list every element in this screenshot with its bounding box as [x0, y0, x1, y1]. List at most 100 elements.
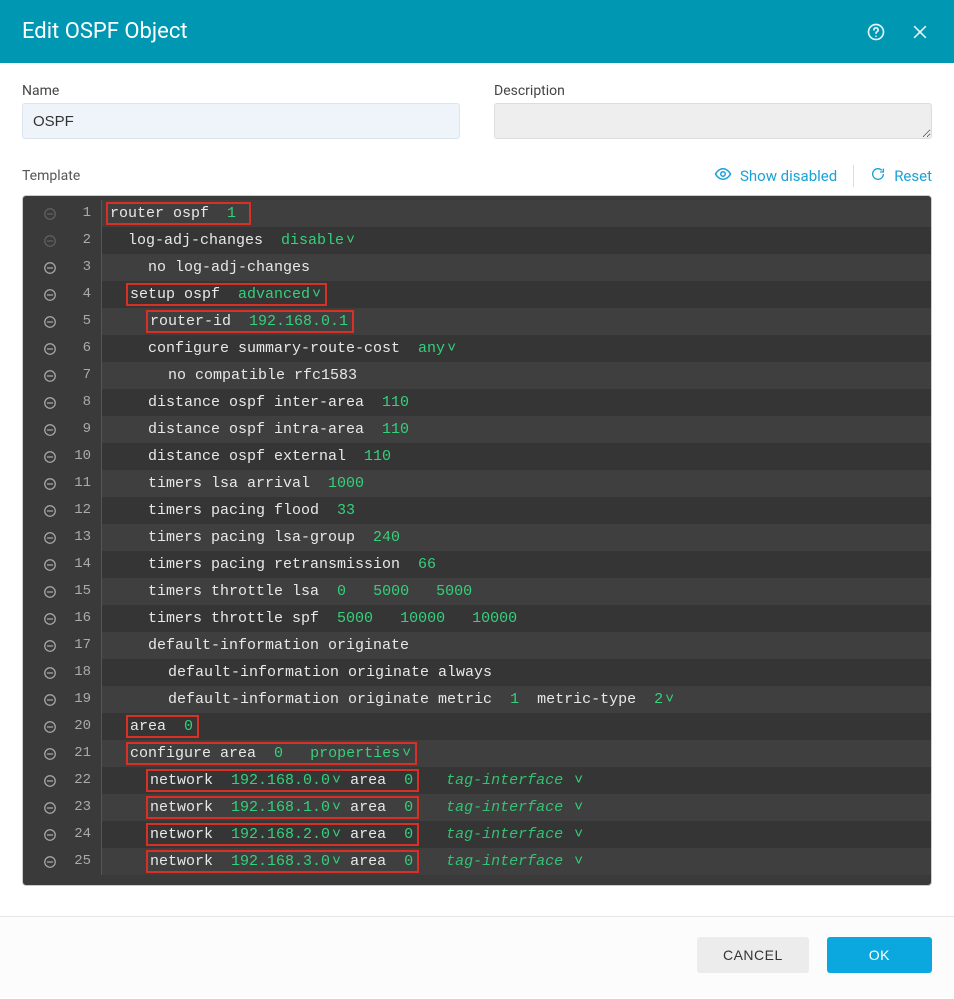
chevron-down-icon[interactable]: ˅: [332, 821, 341, 848]
show-disabled-button[interactable]: Show disabled: [714, 165, 837, 187]
editor-line[interactable]: 2log-adj-changes disable˅: [23, 227, 931, 254]
fold-toggle-icon[interactable]: [23, 524, 61, 551]
fold-toggle-icon[interactable]: [23, 713, 61, 740]
name-field[interactable]: [22, 103, 460, 139]
fold-toggle-icon[interactable]: [23, 389, 61, 416]
fold-toggle-icon[interactable]: [23, 578, 61, 605]
fold-toggle-icon[interactable]: [23, 632, 61, 659]
line-content[interactable]: distance ospf inter-area 110: [102, 389, 931, 416]
chevron-down-icon[interactable]: ˅: [312, 281, 321, 308]
line-content[interactable]: router ospf 1: [102, 200, 931, 227]
fold-toggle-icon[interactable]: [23, 794, 61, 821]
chevron-down-icon[interactable]: ˅: [565, 767, 583, 794]
fold-toggle-icon[interactable]: [23, 254, 61, 281]
fold-toggle-icon[interactable]: [23, 227, 61, 254]
tag-dropdown[interactable]: tag-interface: [446, 767, 563, 794]
editor-line[interactable]: 13timers pacing lsa-group 240: [23, 524, 931, 551]
editor-line[interactable]: 10distance ospf external 110: [23, 443, 931, 470]
editor-line[interactable]: 14timers pacing retransmission 66: [23, 551, 931, 578]
line-content[interactable]: timers pacing retransmission 66: [102, 551, 931, 578]
description-field[interactable]: [494, 103, 932, 139]
chevron-down-icon[interactable]: ˅: [447, 335, 456, 362]
fold-toggle-icon[interactable]: [23, 200, 61, 227]
editor-line[interactable]: 8distance ospf inter-area 110: [23, 389, 931, 416]
line-content[interactable]: default-information originate metric 1 m…: [102, 686, 931, 713]
fold-toggle-icon[interactable]: [23, 686, 61, 713]
chevron-down-icon[interactable]: ˅: [565, 848, 583, 875]
tag-dropdown[interactable]: tag-interface: [446, 821, 563, 848]
chevron-down-icon[interactable]: ˅: [332, 848, 341, 875]
chevron-down-icon[interactable]: ˅: [332, 767, 341, 794]
editor-line[interactable]: 24network 192.168.2.0˅ area 0 tag-interf…: [23, 821, 931, 848]
chevron-down-icon[interactable]: ˅: [565, 821, 583, 848]
tag-dropdown[interactable]: tag-interface: [446, 848, 563, 875]
chevron-down-icon[interactable]: ˅: [332, 794, 341, 821]
line-content[interactable]: network 192.168.0.0˅ area 0 tag-interfac…: [102, 767, 931, 794]
chevron-down-icon[interactable]: ˅: [665, 686, 674, 713]
fold-toggle-icon[interactable]: [23, 848, 61, 875]
editor-line[interactable]: 22network 192.168.0.0˅ area 0 tag-interf…: [23, 767, 931, 794]
fold-toggle-icon[interactable]: [23, 497, 61, 524]
line-content[interactable]: distance ospf intra-area 110: [102, 416, 931, 443]
line-content[interactable]: timers throttle spf 5000 10000 10000: [102, 605, 931, 632]
line-content[interactable]: timers throttle lsa 0 5000 5000: [102, 578, 931, 605]
line-content[interactable]: network 192.168.3.0˅ area 0 tag-interfac…: [102, 848, 931, 875]
editor-line[interactable]: 20area 0: [23, 713, 931, 740]
line-content[interactable]: network 192.168.1.0˅ area 0 tag-interfac…: [102, 794, 931, 821]
editor-line[interactable]: 3no log-adj-changes: [23, 254, 931, 281]
fold-toggle-icon[interactable]: [23, 335, 61, 362]
close-icon[interactable]: [908, 20, 932, 44]
line-content[interactable]: default-information originate: [102, 632, 931, 659]
fold-toggle-icon[interactable]: [23, 551, 61, 578]
line-content[interactable]: area 0: [102, 713, 931, 740]
chevron-down-icon[interactable]: ˅: [565, 794, 583, 821]
line-content[interactable]: configure summary-route-cost any˅: [102, 335, 931, 362]
chevron-down-icon[interactable]: ˅: [346, 227, 355, 254]
line-content[interactable]: configure area 0 properties˅: [102, 740, 931, 767]
editor-line[interactable]: 25network 192.168.3.0˅ area 0 tag-interf…: [23, 848, 931, 875]
line-content[interactable]: distance ospf external 110: [102, 443, 931, 470]
line-content[interactable]: router-id 192.168.0.1: [102, 308, 931, 335]
line-content[interactable]: setup ospf advanced˅: [102, 281, 931, 308]
editor-line[interactable]: 21configure area 0 properties˅: [23, 740, 931, 767]
editor-line[interactable]: 6configure summary-route-cost any˅: [23, 335, 931, 362]
fold-toggle-icon[interactable]: [23, 821, 61, 848]
tag-dropdown[interactable]: tag-interface: [446, 794, 563, 821]
fold-toggle-icon[interactable]: [23, 416, 61, 443]
editor-line[interactable]: 1router ospf 1: [23, 200, 931, 227]
ok-button[interactable]: OK: [827, 937, 932, 973]
editor-line[interactable]: 23network 192.168.1.0˅ area 0 tag-interf…: [23, 794, 931, 821]
editor-line[interactable]: 9distance ospf intra-area 110: [23, 416, 931, 443]
line-content[interactable]: timers pacing flood 33: [102, 497, 931, 524]
chevron-down-icon[interactable]: ˅: [402, 740, 411, 767]
fold-toggle-icon[interactable]: [23, 740, 61, 767]
editor-line[interactable]: 4setup ospf advanced˅: [23, 281, 931, 308]
editor-line[interactable]: 15timers throttle lsa 0 5000 5000: [23, 578, 931, 605]
fold-toggle-icon[interactable]: [23, 281, 61, 308]
editor-line[interactable]: 16timers throttle spf 5000 10000 10000: [23, 605, 931, 632]
line-content[interactable]: network 192.168.2.0˅ area 0 tag-interfac…: [102, 821, 931, 848]
editor-line[interactable]: 5router-id 192.168.0.1: [23, 308, 931, 335]
editor-line[interactable]: 12timers pacing flood 33: [23, 497, 931, 524]
line-content[interactable]: log-adj-changes disable˅: [102, 227, 931, 254]
editor-line[interactable]: 18default-information originate always: [23, 659, 931, 686]
line-content[interactable]: no log-adj-changes: [102, 254, 931, 281]
editor-line[interactable]: 11timers lsa arrival 1000: [23, 470, 931, 497]
fold-toggle-icon[interactable]: [23, 362, 61, 389]
fold-toggle-icon[interactable]: [23, 443, 61, 470]
cancel-button[interactable]: CANCEL: [697, 937, 809, 973]
line-content[interactable]: default-information originate always: [102, 659, 931, 686]
reset-button[interactable]: Reset: [870, 166, 932, 186]
line-content[interactable]: timers lsa arrival 1000: [102, 470, 931, 497]
fold-toggle-icon[interactable]: [23, 767, 61, 794]
fold-toggle-icon[interactable]: [23, 659, 61, 686]
fold-toggle-icon[interactable]: [23, 308, 61, 335]
help-icon[interactable]: [864, 20, 888, 44]
editor-line[interactable]: 17default-information originate: [23, 632, 931, 659]
fold-toggle-icon[interactable]: [23, 605, 61, 632]
editor-line[interactable]: 19default-information originate metric 1…: [23, 686, 931, 713]
line-content[interactable]: no compatible rfc1583: [102, 362, 931, 389]
fold-toggle-icon[interactable]: [23, 470, 61, 497]
editor-line[interactable]: 7no compatible rfc1583: [23, 362, 931, 389]
template-editor[interactable]: 1router ospf 1 2log-adj-changes disable˅…: [22, 195, 932, 886]
